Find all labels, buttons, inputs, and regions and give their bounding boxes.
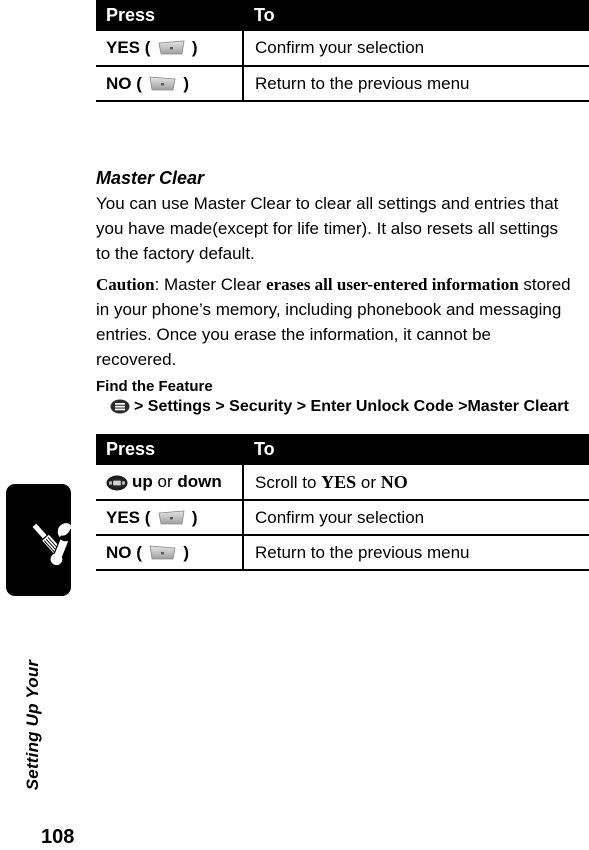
screwdriver-wrench-icon [24,514,78,567]
column-header-to: To [254,5,275,25]
scroll-or: or [356,472,381,492]
press-cell: NO () [96,535,244,571]
column-header-press: Press [106,5,156,25]
nav-direction-up: up [132,472,153,491]
table-row: NO () Return to the previous menu [96,66,589,102]
chapter-tab [6,484,75,596]
press-cell: YES () [96,31,244,67]
paren-close: ) [183,73,190,93]
nav-direction-down: down [177,472,222,491]
paren-open: ( [144,38,151,57]
paragraph-caution: Caution: Master Clear erases all user-en… [96,272,576,372]
key-label-no: NO [106,542,132,562]
table-row: NO () Return to the previous menu [96,535,589,571]
sidebar: Setting Up Your 108 [0,0,96,850]
value-no: NO [380,471,408,492]
key-table-bottom: Press To up or down Scroll to YES or NO … [96,434,589,571]
caution-word: Caution [96,275,155,294]
section-title: Master Clear [96,168,205,188]
scroll-prefix: Scroll to [255,472,322,492]
menu-list-icon[interactable] [110,399,130,414]
find-the-feature-path: > Settings > Security > Enter Unlock Cod… [110,398,569,416]
to-cell: Return to the previous menu [243,66,589,102]
press-cell: YES () [96,500,244,536]
to-cell: Confirm your selection [243,500,589,536]
to-cell: Scroll to YES or NO [243,465,589,501]
nav-or: or [152,472,178,491]
paragraph-intro: You can use Master Clear to clear all se… [96,194,559,263]
column-header-to: To [254,439,275,459]
page-number: 108 [41,826,75,848]
chapter-title: Setting Up Your [23,659,42,791]
left-softkey-icon [148,545,178,562]
table-row: YES () Confirm your selection [96,31,589,67]
find-the-feature-label: Find the Feature [96,378,213,395]
table-row: YES () Confirm your selection [96,500,589,536]
paren-open: ( [136,73,142,93]
table-header-row: Press To [96,434,589,465]
press-cell: up or down [96,465,244,501]
value-yes: YES [321,471,357,492]
paren-open: ( [136,542,142,562]
paren-close: ) [183,542,190,562]
paren-close: ) [191,507,198,527]
key-label-no: NO [106,73,132,93]
right-softkey-icon [156,40,186,57]
press-cell: NO () [96,66,244,102]
to-cell: Confirm your selection [243,31,589,67]
key-label-yes: YES [106,507,141,527]
table-row: up or down Scroll to YES or NO [96,465,589,501]
paren-close: ) [191,38,198,57]
navigation-key-icon [106,475,128,491]
menu-path-text: > Settings > Security > Enter Unlock Cod… [134,398,569,415]
column-header-press: Press [106,439,156,459]
caution-after-word: : Master Clear [154,275,267,294]
caution-emphasis: erases all user-entered information [266,275,519,294]
to-cell: Return to the previous menu [243,535,589,571]
right-softkey-icon [156,510,186,527]
page-content: Press To YES () Confirm your selection … [96,0,589,850]
paren-open: ( [144,507,151,527]
table-header-row: Press To [96,0,589,31]
key-label-yes: YES [106,38,141,57]
key-table-top: Press To YES () Confirm your selection … [96,0,589,102]
left-softkey-icon [148,76,178,93]
